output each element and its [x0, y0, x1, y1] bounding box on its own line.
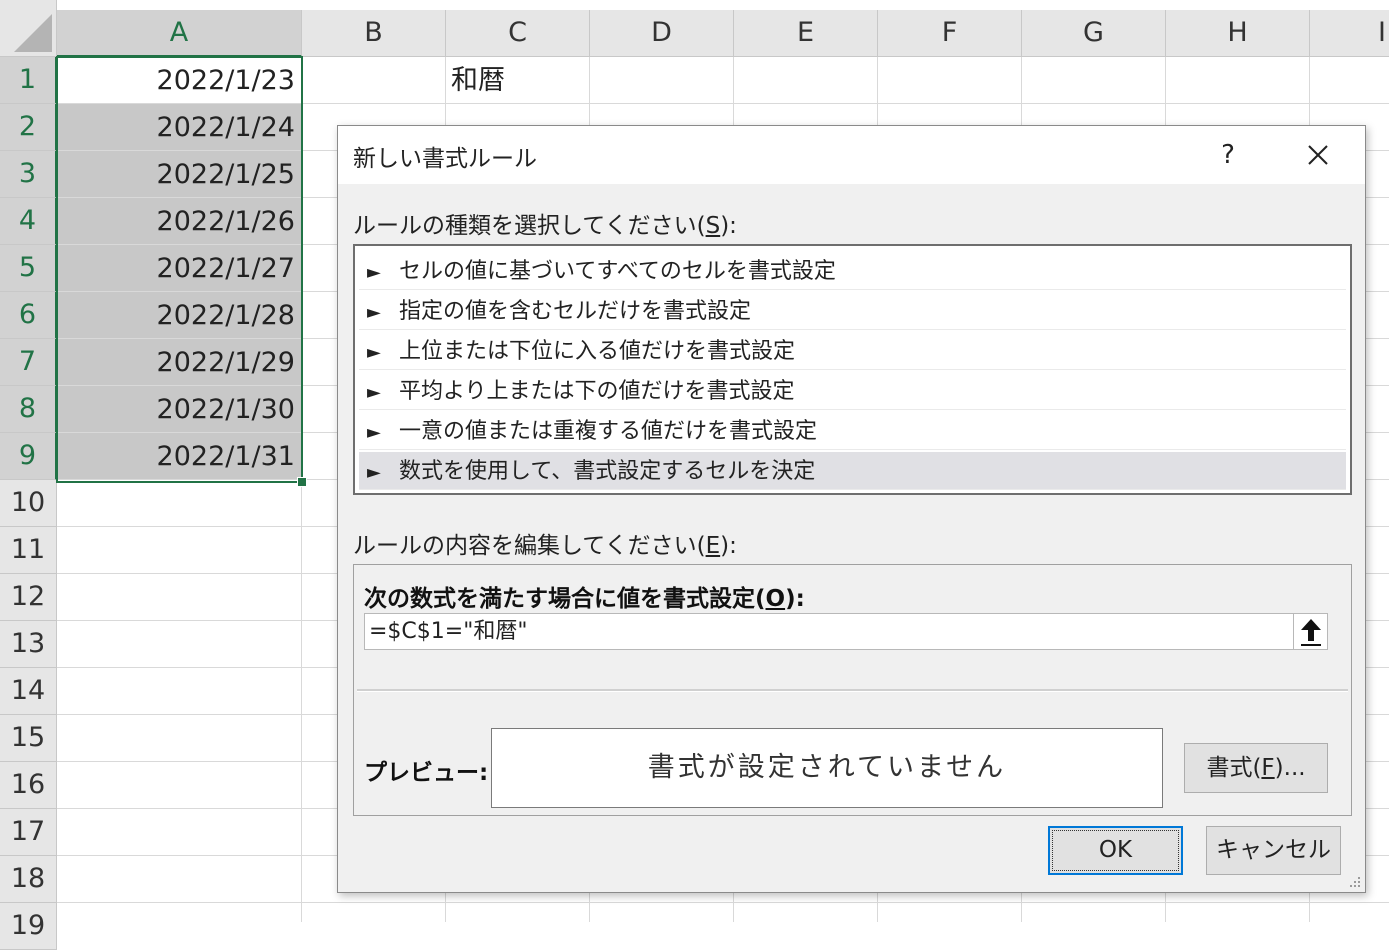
row-header-6[interactable]: 6	[0, 292, 57, 339]
row-header-13[interactable]: 13	[0, 621, 57, 668]
rule-edit-panel: 次の数式を満たす場合に値を書式設定(O): =$C$1="和暦" プレビュー: …	[353, 564, 1352, 816]
rule-type-item[interactable]: ► セルの値に基づいてすべてのセルを書式設定	[359, 252, 1346, 290]
formula-label: 次の数式を満たす場合に値を書式設定(O):	[364, 586, 805, 612]
column-header-e[interactable]: E	[734, 10, 878, 57]
rule-type-listbox[interactable]: ► セルの値に基づいてすべてのセルを書式設定 ► 指定の値を含むセルだけを書式設定 …	[353, 244, 1352, 495]
rule-type-item[interactable]: ► 一意の値または重複する値だけを書式設定	[359, 412, 1346, 450]
row-header-15[interactable]: 15	[0, 715, 57, 762]
row-header-7[interactable]: 7	[0, 339, 57, 386]
rule-type-item[interactable]: ► 指定の値を含むセルだけを書式設定	[359, 292, 1346, 330]
arrow-up-icon	[1300, 618, 1321, 646]
row-header-16[interactable]: 16	[0, 762, 57, 809]
row-header-8[interactable]: 8	[0, 386, 57, 433]
row-header-5[interactable]: 5	[0, 245, 57, 292]
row-header-19[interactable]: 19	[0, 903, 57, 950]
edit-rule-label: ルールの内容を編集してください(E):	[353, 533, 737, 559]
row-header-2[interactable]: 2	[0, 104, 57, 151]
triangle-right-icon: ►	[367, 462, 381, 483]
help-button[interactable]: ?	[1208, 130, 1248, 180]
row-header-14[interactable]: 14	[0, 668, 57, 715]
row-header-1[interactable]: 1	[0, 57, 57, 104]
row-header-11[interactable]: 11	[0, 527, 57, 574]
dialog-titlebar[interactable]: 新しい書式ルール ?	[338, 126, 1365, 184]
row-header-3[interactable]: 3	[0, 151, 57, 198]
header-top-strip	[57, 0, 1389, 10]
row-header-17[interactable]: 17	[0, 809, 57, 856]
triangle-right-icon: ►	[367, 422, 381, 443]
formula-input[interactable]: =$C$1="和暦"	[364, 613, 1328, 650]
column-header-f[interactable]: F	[878, 10, 1022, 57]
ok-button[interactable]: OK	[1048, 826, 1183, 875]
triangle-right-icon: ►	[367, 342, 381, 363]
column-header-c[interactable]: C	[446, 10, 590, 57]
row-header-4[interactable]: 4	[0, 198, 57, 245]
fill-handle[interactable]	[297, 477, 307, 487]
row-header-9[interactable]: 9	[0, 433, 57, 480]
formula-value: =$C$1="和暦"	[369, 619, 528, 644]
triangle-right-icon: ►	[367, 262, 381, 283]
collapse-dialog-button[interactable]	[1293, 614, 1327, 649]
panel-divider	[357, 689, 1348, 692]
select-all-triangle-icon	[14, 14, 52, 52]
select-rule-type-label: ルールの種類を選択してください(S):	[353, 213, 737, 239]
column-header-i[interactable]: I	[1310, 10, 1389, 57]
triangle-right-icon: ►	[367, 382, 381, 403]
new-formatting-rule-dialog: 新しい書式ルール ? ルールの種類を選択してください(S): ► セルの値に基づい…	[337, 125, 1366, 893]
resize-grip-icon[interactable]	[1347, 874, 1361, 888]
column-header-g[interactable]: G	[1022, 10, 1166, 57]
rule-type-item[interactable]: ► 上位または下位に入る値だけを書式設定	[359, 332, 1346, 370]
row-header-12[interactable]: 12	[0, 574, 57, 621]
column-header-b[interactable]: B	[302, 10, 446, 57]
close-button[interactable]	[1293, 130, 1343, 180]
cancel-button[interactable]: キャンセル	[1206, 826, 1341, 875]
column-header-d[interactable]: D	[590, 10, 734, 57]
rule-type-item[interactable]: ► 平均より上または下の値だけを書式設定	[359, 372, 1346, 410]
row-header-10[interactable]: 10	[0, 480, 57, 527]
column-header-a[interactable]: A	[57, 10, 302, 57]
row-header-18[interactable]: 18	[0, 856, 57, 903]
rule-type-item-selected[interactable]: ► 数式を使用して、書式設定するセルを決定	[359, 452, 1346, 490]
select-all-corner[interactable]	[0, 0, 57, 57]
preview-label: プレビュー:	[364, 760, 489, 786]
dialog-title: 新しい書式ルール	[353, 146, 537, 172]
triangle-right-icon: ►	[367, 302, 381, 323]
cell-c1[interactable]: 和暦	[451, 58, 505, 104]
format-button[interactable]: 書式(F)...	[1184, 743, 1328, 793]
close-icon	[1308, 145, 1328, 165]
column-header-h[interactable]: H	[1166, 10, 1310, 57]
preview-box: 書式が設定されていません	[491, 728, 1163, 808]
selection-range-border	[56, 56, 303, 483]
